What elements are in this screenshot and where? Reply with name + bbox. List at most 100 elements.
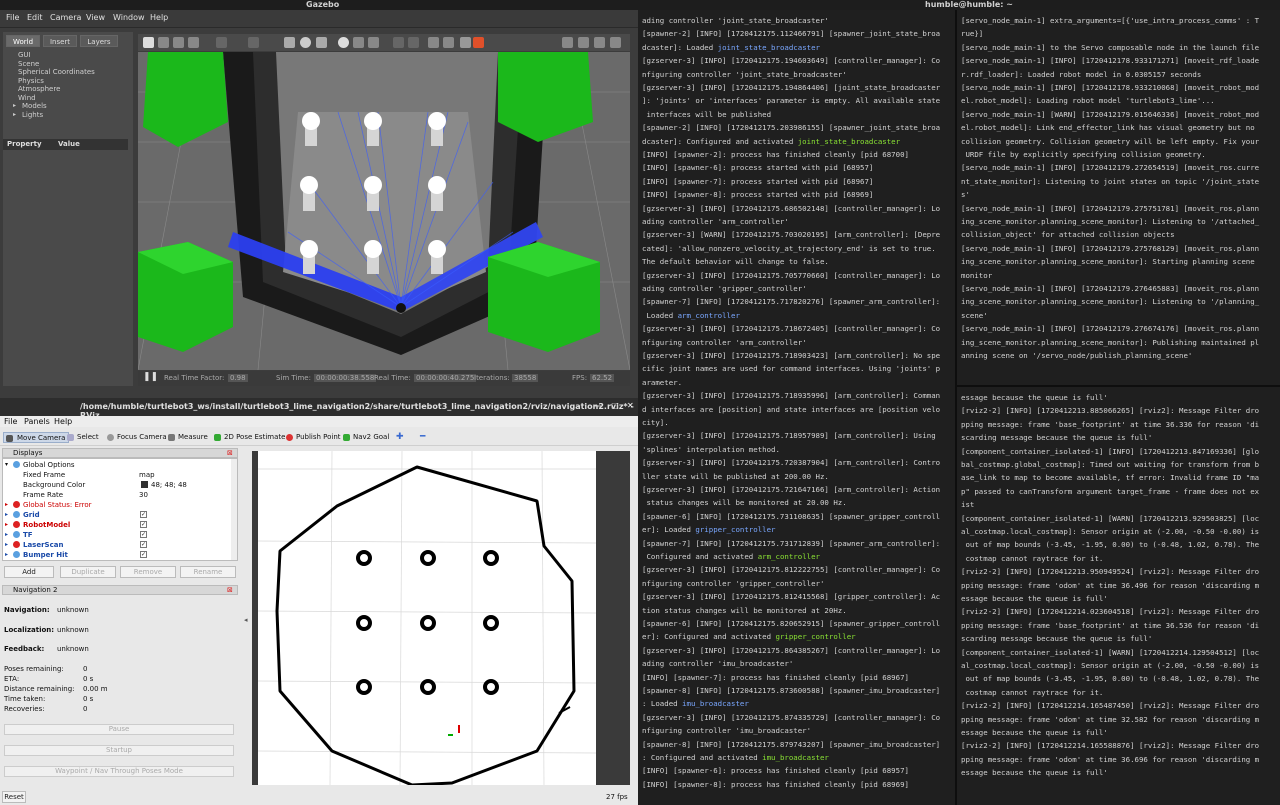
startup-button[interactable]: Startup: [4, 745, 234, 756]
gz-menu-camera[interactable]: Camera: [50, 13, 81, 22]
sphere-shape-icon[interactable]: [300, 37, 311, 48]
rviz-menu-panels[interactable]: Panels: [24, 417, 50, 426]
display-global-options[interactable]: ▾ Global Options: [3, 460, 231, 470]
gazebo-3d-viewport[interactable]: [138, 52, 630, 370]
terminal-line: [servo_node_main-1] extra_arguments=[{'u…: [961, 16, 1260, 25]
maximize-icon[interactable]: ▢: [611, 401, 619, 410]
tab-insert[interactable]: Insert: [43, 35, 77, 47]
terminal-line: ing_scene_monitor.planning_scene_monitor…: [961, 257, 1255, 267]
copy-icon[interactable]: [393, 37, 404, 48]
snap-icon[interactable]: [443, 37, 454, 48]
display-robotmodel[interactable]: ▸ RobotModel ✓: [3, 520, 231, 530]
terminal-line: [INFO] [spawner-8]: process has finished…: [642, 779, 909, 789]
gz-menu-file[interactable]: File: [6, 13, 19, 22]
spot-light-icon[interactable]: [353, 37, 364, 48]
remove-tool-minus-icon[interactable]: ━: [418, 432, 425, 443]
terminal-controllers[interactable]: ading controller 'joint_state_broadcaste…: [638, 10, 955, 805]
reset-button[interactable]: Reset: [2, 791, 26, 803]
expand-arrow-icon[interactable]: ▸: [13, 111, 16, 118]
pause-icon[interactable]: ❚❚: [143, 372, 158, 382]
gz-menu-help[interactable]: Help: [150, 13, 168, 22]
displays-scrollbar[interactable]: [231, 459, 237, 560]
tree-atmosphere[interactable]: Atmosphere: [18, 85, 60, 94]
collapse-left-icon[interactable]: ◂: [244, 616, 248, 624]
magnet-icon[interactable]: [460, 37, 471, 48]
directional-light-icon[interactable]: [368, 37, 379, 48]
remove-display-button[interactable]: Remove: [120, 566, 176, 578]
distance-label: Distance remaining:: [4, 685, 75, 693]
tab-world[interactable]: World: [6, 35, 40, 47]
displays-tree: ▾ Global Options Fixed Frame map Backgroun…: [2, 458, 238, 561]
rotate-icon[interactable]: [173, 37, 184, 48]
redo-icon[interactable]: [248, 37, 259, 48]
display-global-status[interactable]: ▸ Global Status: Error: [3, 500, 231, 510]
rviz-menu-file[interactable]: File: [4, 417, 17, 426]
display-background-color[interactable]: Background Color 48; 48; 48: [3, 480, 231, 490]
terminal-servo[interactable]: [servo_node_main-1] extra_arguments=[{'u…: [957, 10, 1280, 385]
tree-wind[interactable]: Wind: [18, 94, 36, 103]
terminal-line: [spawner-7] [INFO] [1720412175.731712839…: [642, 538, 941, 548]
terminal-line: cated]: 'allow_nonzero_velocity_at_traje…: [642, 243, 936, 253]
select-arrow-icon[interactable]: [143, 37, 154, 48]
duplicate-display-button[interactable]: Duplicate: [60, 566, 116, 578]
focus-camera-tool[interactable]: Focus Camera: [105, 432, 167, 443]
select-tool[interactable]: Select: [65, 432, 99, 443]
box-shape-icon[interactable]: [284, 37, 295, 48]
tree-scene[interactable]: Scene: [18, 60, 39, 69]
minimize-icon[interactable]: —: [594, 401, 602, 410]
terminal-line: Configured and activated arm_controller: [642, 552, 820, 561]
translate-icon[interactable]: [158, 37, 169, 48]
screenshot-icon[interactable]: [562, 37, 573, 48]
video-icon[interactable]: [610, 37, 621, 48]
close-panel-icon[interactable]: ⊠: [227, 449, 233, 457]
gz-menu-edit[interactable]: Edit: [27, 13, 43, 22]
measure-tool[interactable]: Measure: [166, 432, 208, 443]
terminal-line: pping message: frame 'odom' at time 36.6…: [961, 754, 1260, 764]
tree-physics[interactable]: Physics: [18, 77, 44, 86]
scale-icon[interactable]: [188, 37, 199, 48]
plot-icon[interactable]: [594, 37, 605, 48]
terminal-line: out of map bounds (-3.45, -1.95, 0.00) t…: [961, 674, 1260, 684]
rviz-3d-view[interactable]: [252, 450, 630, 787]
display-frame-rate[interactable]: Frame Rate 30: [3, 490, 231, 500]
display-laserscan[interactable]: ▸ LaserScan ✓: [3, 540, 231, 550]
log-icon[interactable]: [578, 37, 589, 48]
rename-display-button[interactable]: Rename: [180, 566, 236, 578]
cylinder-shape-icon[interactable]: [316, 37, 327, 48]
terminal-line: 'splines' interpolation method.: [642, 444, 780, 454]
nav2-goal-tool[interactable]: Nav2 Goal: [341, 432, 389, 443]
terminal-line: pping message: frame 'base_footprint' at…: [961, 419, 1260, 429]
point-light-icon[interactable]: [338, 37, 349, 48]
terminal-line: Loaded arm_controller: [642, 310, 740, 320]
terminal-line: cific joint names are used for command i…: [642, 364, 941, 374]
display-tf[interactable]: ▸ TF ✓: [3, 530, 231, 540]
waypoint-mode-button[interactable]: Waypoint / Nav Through Poses Mode: [4, 766, 234, 777]
terminal-rviz-log[interactable]: essage because the queue is full' [rviz2-…: [957, 387, 1280, 805]
add-display-button[interactable]: Add: [4, 566, 54, 578]
display-grid[interactable]: ▸ Grid ✓: [3, 510, 231, 520]
publish-point-tool[interactable]: Publish Point: [284, 432, 341, 443]
display-fixed-frame[interactable]: Fixed Frame map: [3, 470, 231, 480]
expand-arrow-icon[interactable]: ▸: [13, 102, 16, 109]
add-tool-plus-icon[interactable]: ✚: [394, 432, 404, 443]
tree-models[interactable]: Models: [22, 102, 47, 111]
pose-estimate-tool[interactable]: 2D Pose Estimate: [212, 432, 285, 443]
tree-spherical[interactable]: Spherical Coordinates: [18, 68, 95, 77]
tree-lights[interactable]: Lights: [22, 111, 43, 120]
close-icon[interactable]: ✕: [627, 401, 634, 410]
gz-menu-window[interactable]: Window: [113, 13, 145, 22]
undo-icon[interactable]: [216, 37, 227, 48]
display-bumper-hit[interactable]: ▸ Bumper Hit ✓: [3, 550, 231, 560]
terminal-line: URDF file by explicitly specifying colli…: [961, 150, 1206, 159]
terminal-line: [gzserver-3] [INFO] [1720412175.72038790…: [642, 458, 941, 468]
pause-button[interactable]: Pause: [4, 724, 234, 735]
align-icon[interactable]: [428, 37, 439, 48]
paste-icon[interactable]: [408, 37, 419, 48]
record-icon[interactable]: [473, 37, 484, 48]
tree-gui[interactable]: GUI: [18, 51, 31, 60]
tab-layers[interactable]: Layers: [80, 35, 118, 47]
gz-menu-view[interactable]: View: [86, 13, 105, 22]
rviz-menu-help[interactable]: Help: [54, 417, 72, 426]
close-panel-icon[interactable]: ⊠: [227, 586, 233, 594]
move-camera-tool[interactable]: Move Camera: [3, 432, 70, 443]
